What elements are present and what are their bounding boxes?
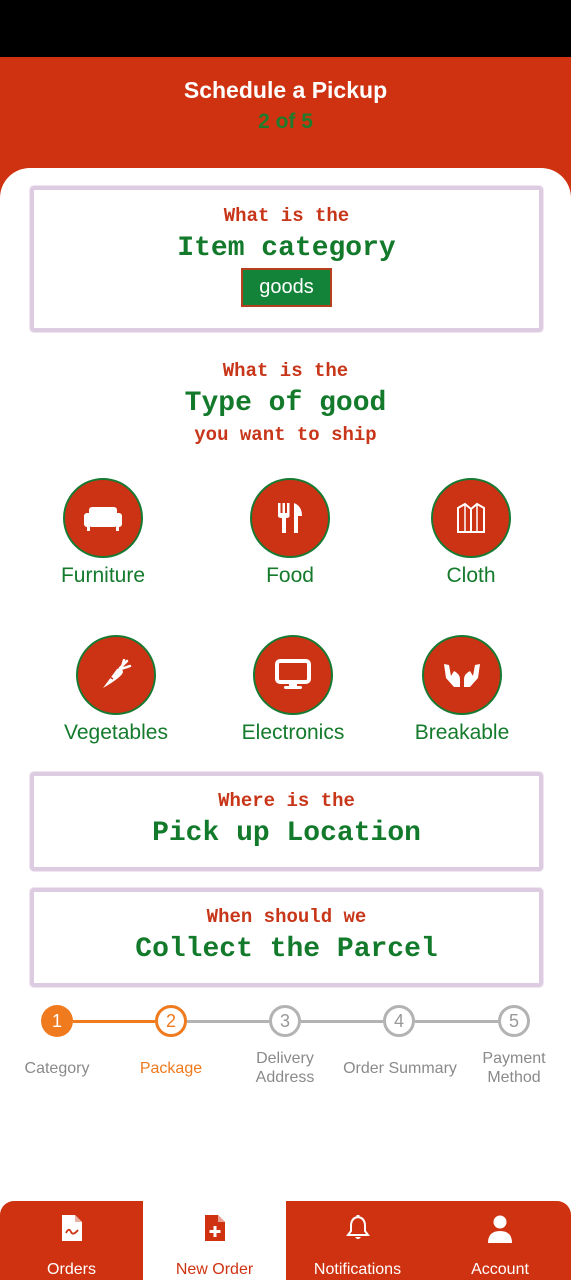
add-file-icon <box>143 1215 286 1245</box>
nav-notifications[interactable]: Notifications <box>286 1201 429 1280</box>
good-breakable[interactable]: Breakable <box>397 635 527 745</box>
category-question: What is the <box>223 205 350 227</box>
good-label: Cloth <box>446 564 496 587</box>
utensils-icon <box>250 478 330 558</box>
step-5-label: Payment Method <box>482 1050 546 1086</box>
step-4-indicator[interactable]: 4 <box>383 1005 415 1037</box>
nav-label: Notifications <box>313 1261 402 1278</box>
good-label: Electronics <box>241 721 345 744</box>
step-1-label: Category <box>24 1060 90 1077</box>
shirt-icon <box>431 478 511 558</box>
good-food[interactable]: Food <box>225 478 355 588</box>
good-label: Furniture <box>60 564 146 587</box>
nav-label: Account <box>471 1261 529 1278</box>
pickup-question: Where is the <box>218 790 355 812</box>
step-2-label: Package <box>139 1060 203 1077</box>
item-category-card[interactable]: What is the Item category goods <box>30 186 543 332</box>
step-3-label: Delivery Address <box>255 1050 315 1086</box>
collect-parcel-card[interactable]: When should we Collect the Parcel <box>30 888 543 987</box>
bottom-navigation: Orders New Order Notifications Account <box>0 1201 571 1280</box>
step-counter: 2 of 5 <box>258 110 313 133</box>
good-type-subtitle: you want to ship <box>194 424 377 446</box>
good-type-question: What is the <box>222 360 349 382</box>
hands-icon <box>422 635 502 715</box>
nav-label: New Order <box>175 1261 254 1278</box>
nav-account[interactable]: Account <box>429 1201 571 1280</box>
nav-label: Orders <box>47 1261 96 1278</box>
collect-heading: Collect the Parcel <box>135 934 438 965</box>
good-type-section: What is the Type of good you want to shi… <box>0 360 571 446</box>
stepper-connector <box>73 1020 155 1023</box>
good-type-heading: Type of good <box>184 388 387 419</box>
carrot-icon <box>76 635 156 715</box>
pickup-heading: Pick up Location <box>152 818 421 849</box>
step-1-indicator[interactable]: 1 <box>41 1005 73 1037</box>
category-chip-goods[interactable]: goods <box>241 268 332 307</box>
step-3-indicator[interactable]: 3 <box>269 1005 301 1037</box>
nav-new-order[interactable]: New Order <box>143 1201 286 1280</box>
user-icon <box>429 1215 571 1245</box>
document-icon <box>0 1215 143 1245</box>
page-title: Schedule a Pickup <box>183 77 388 103</box>
nav-orders[interactable]: Orders <box>0 1201 143 1280</box>
good-label: Food <box>266 564 314 587</box>
stepper-connector <box>187 1020 269 1023</box>
good-vegetables[interactable]: Vegetables <box>51 635 181 745</box>
pickup-location-card[interactable]: Where is the Pick up Location <box>30 772 543 871</box>
collect-question: When should we <box>206 906 367 928</box>
good-cloth[interactable]: Cloth <box>406 478 536 588</box>
bell-icon <box>286 1215 429 1245</box>
stepper-connector <box>301 1020 383 1023</box>
stepper-connector <box>415 1020 498 1023</box>
category-heading: Item category <box>177 233 396 264</box>
sofa-icon <box>63 478 143 558</box>
monitor-icon <box>253 635 333 715</box>
status-bar <box>0 0 571 57</box>
good-label: Breakable <box>414 721 510 744</box>
good-electronics[interactable]: Electronics <box>228 635 358 745</box>
good-furniture[interactable]: Furniture <box>38 478 168 588</box>
good-label: Vegetables <box>64 721 168 744</box>
step-2-indicator[interactable]: 2 <box>155 1005 187 1037</box>
step-5-indicator[interactable]: 5 <box>498 1005 530 1037</box>
step-4-label: Order Summary <box>343 1060 457 1077</box>
